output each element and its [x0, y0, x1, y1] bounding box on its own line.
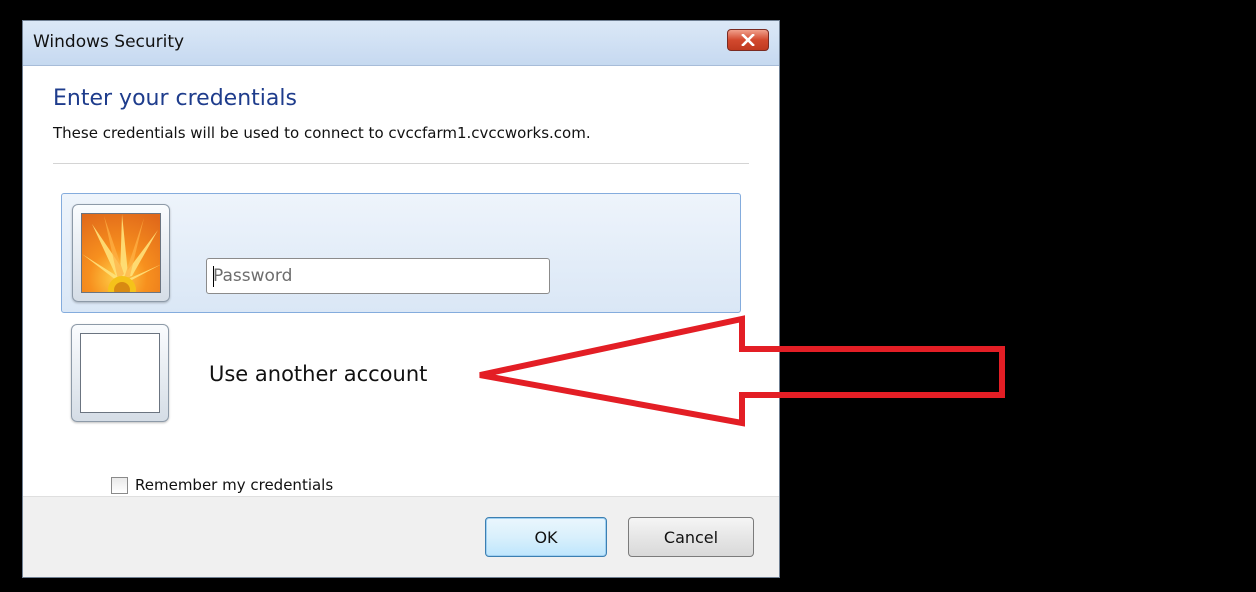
close-button[interactable]: [727, 29, 769, 51]
divider: [53, 163, 749, 164]
dialog-heading: Enter your credentials: [53, 86, 297, 111]
dialog-subtext: These credentials will be used to connec…: [53, 124, 591, 142]
red-arrow-annotation: [479, 315, 1005, 427]
use-another-account-label: Use another account: [209, 362, 428, 386]
blank-avatar: [71, 324, 169, 422]
dialog-footer: OK Cancel: [23, 496, 779, 577]
remember-credentials-label[interactable]: Remember my credentials: [135, 476, 333, 494]
password-input[interactable]: [206, 258, 550, 294]
use-another-account-tile[interactable]: Use another account: [61, 320, 501, 434]
user-avatar: [72, 204, 170, 302]
text-caret: [213, 266, 214, 287]
blank-user-picture-icon: [80, 333, 160, 413]
flower-picture-icon: [81, 213, 161, 293]
close-icon: [741, 34, 755, 46]
windows-security-dialog: Windows Security Enter your credentials …: [22, 20, 780, 578]
saved-credential-tile[interactable]: [61, 193, 741, 313]
ok-button[interactable]: OK: [485, 517, 607, 557]
dialog-content: Enter your credentials These credentials…: [23, 66, 779, 498]
cancel-button[interactable]: Cancel: [628, 517, 754, 557]
title-bar[interactable]: Windows Security: [23, 21, 779, 66]
window-title: Windows Security: [33, 32, 185, 52]
remember-credentials-checkbox[interactable]: [111, 476, 128, 494]
remember-credentials-row[interactable]: Remember my credentials: [111, 474, 333, 496]
